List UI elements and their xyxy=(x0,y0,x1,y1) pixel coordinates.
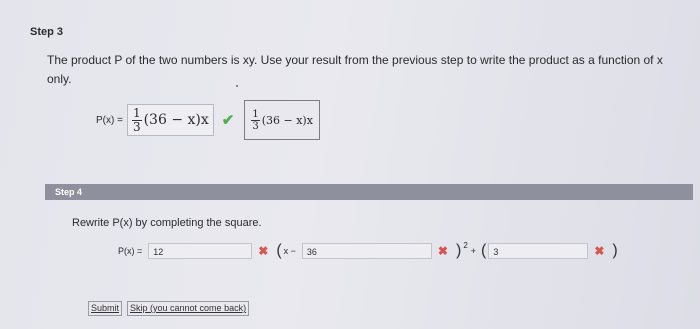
step3-instructions: The product P of the two numbers is xy. … xyxy=(47,53,663,86)
step3-function-label: P(x) = xyxy=(96,114,123,126)
fraction: 1 3 xyxy=(131,105,142,134)
fraction-denominator: 3 xyxy=(132,119,141,134)
preview-numerator: 1 xyxy=(251,108,260,121)
step4-instructions: Rewrite P(x) by completing the square. xyxy=(72,217,262,229)
submit-button[interactable]: Submit xyxy=(88,301,123,316)
preview-expression: (36 − x)x xyxy=(261,113,313,127)
step4-header: Step 4 xyxy=(45,184,693,200)
step3-answer-field[interactable]: 1 3 (36 − x)x xyxy=(126,104,214,136)
check-icon: ✔ xyxy=(221,112,235,129)
preview-denominator: 3 xyxy=(252,120,259,132)
problem-page: Step 3 The product P of the two numbers … xyxy=(0,0,700,329)
x-icon: ✖ xyxy=(258,244,269,258)
skip-button[interactable]: Skip (you cannot come back) xyxy=(127,301,250,316)
button-row: Submit Skip (you cannot come back) xyxy=(88,301,254,316)
open-paren: ( xyxy=(276,242,282,259)
x-icon: ✖ xyxy=(594,244,605,258)
close-paren: ) xyxy=(612,242,618,259)
cursor-dot xyxy=(236,85,238,87)
step3-title: Step 3 xyxy=(30,26,64,38)
preview-fraction: 1 3 xyxy=(251,108,260,132)
x-icon: ✖ xyxy=(437,244,448,258)
step4-answer-row: P(x) = 12 ✖ ( x − 36 ✖ ) 2 + ( 3 ✖ ) xyxy=(118,240,620,262)
square-term-input[interactable]: 36 xyxy=(301,243,432,259)
x-minus-label: x − xyxy=(283,246,296,256)
coefficient-input[interactable]: 12 xyxy=(148,243,253,259)
step3-answer-row: P(x) = 1 3 (36 − x)x ✔ 1 3 (36 − x)x xyxy=(96,100,320,140)
open-paren: ( xyxy=(481,242,487,259)
plus-sign: + xyxy=(470,246,477,256)
answer-expression: (36 − x)x xyxy=(143,112,209,128)
step4-function-label: P(x) = xyxy=(118,246,143,256)
exponent: 2 xyxy=(463,240,468,250)
close-paren: ) xyxy=(455,242,462,259)
step3-answer-preview: 1 3 (36 − x)x xyxy=(244,100,320,140)
constant-input[interactable]: 3 xyxy=(488,243,589,259)
fraction-numerator: 1 xyxy=(131,105,142,121)
